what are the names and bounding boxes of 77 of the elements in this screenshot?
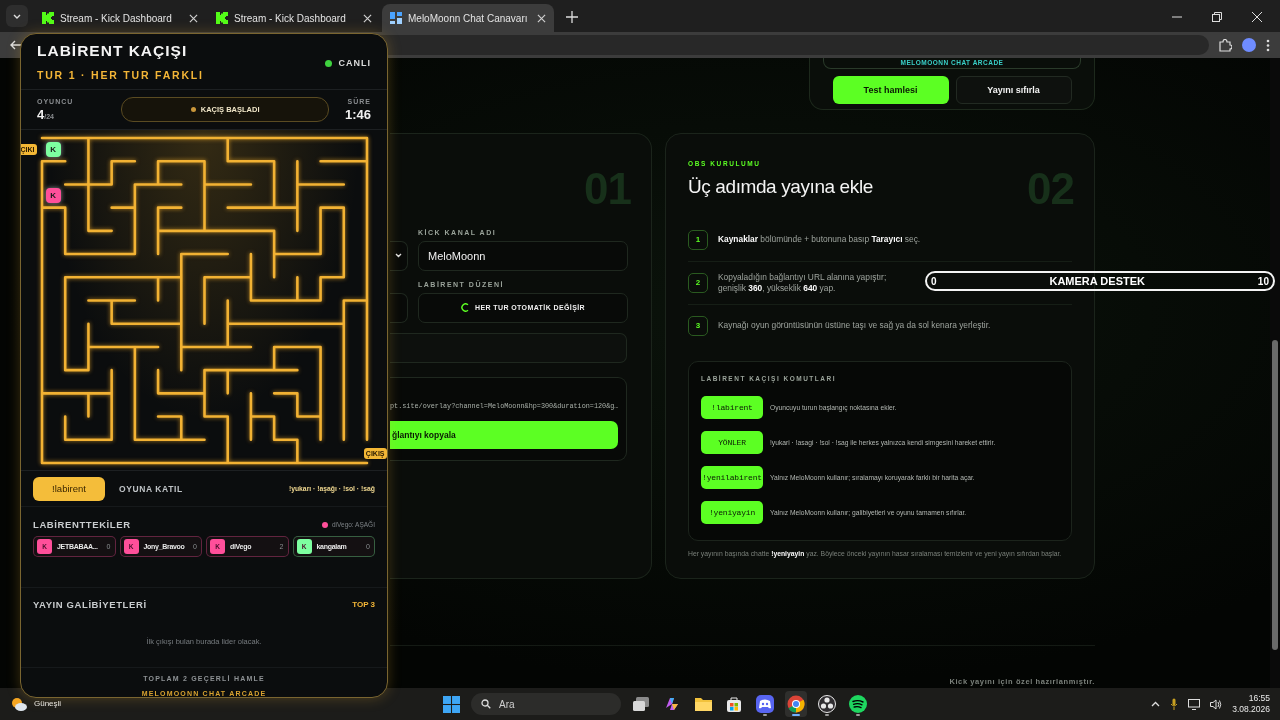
command-chip: !labirent bbox=[701, 395, 763, 419]
scrollbar[interactable] bbox=[1270, 58, 1280, 688]
input-field[interactable] bbox=[390, 332, 627, 363]
step-number: 3 bbox=[688, 315, 708, 336]
folder-icon bbox=[694, 697, 712, 711]
bar-max: 10 bbox=[1257, 275, 1269, 287]
back-icon[interactable] bbox=[10, 40, 22, 50]
dropdown[interactable] bbox=[390, 240, 408, 271]
browser-icon bbox=[787, 695, 805, 713]
card-title: Üç adımda yayına ekle bbox=[688, 175, 873, 198]
command-chip: YÖNLER bbox=[701, 430, 763, 454]
step-text: Kaynaklar bölümünde + butonuna basıp Tarayıcı seç. bbox=[718, 234, 921, 246]
player-token: K bbox=[45, 188, 61, 204]
live-label: CANLI bbox=[338, 58, 371, 68]
command-chip[interactable]: !labirent bbox=[33, 476, 105, 501]
channel-input[interactable]: MeloMoonn bbox=[418, 240, 628, 271]
refresh-icon bbox=[460, 303, 469, 313]
monitor-icon[interactable] bbox=[1188, 698, 1201, 710]
chevron-down-icon bbox=[13, 13, 21, 19]
input-field[interactable] bbox=[390, 292, 408, 323]
bar-min: 0 bbox=[931, 275, 937, 287]
clock-date[interactable]: 3.08.2026 bbox=[1232, 704, 1270, 715]
close-icon[interactable] bbox=[189, 13, 198, 23]
player-token: K bbox=[45, 141, 61, 157]
step-text: Kopyaladığın bağlantıyı URL alanına yapıştır; genişlik 360, yükseklik 640 yap. bbox=[718, 271, 888, 294]
close-icon[interactable] bbox=[537, 13, 546, 23]
command-chip: !yenilabirent bbox=[701, 465, 763, 489]
section-title: LABİRENTTEKİLER bbox=[33, 519, 131, 531]
gamepad-icon bbox=[756, 695, 774, 713]
timer: 1:46 bbox=[344, 106, 371, 122]
swirl-icon bbox=[664, 696, 680, 712]
start-icon bbox=[442, 695, 460, 713]
k-logo-icon bbox=[216, 12, 228, 24]
browser-tab[interactable]: Stream - Kick Dashboard bbox=[208, 4, 380, 32]
tab-list-button[interactable] bbox=[6, 5, 28, 27]
chevron-up-icon[interactable] bbox=[1151, 701, 1161, 707]
command-chip: !yeniyayin bbox=[701, 500, 763, 524]
more-menu-icon[interactable] bbox=[1266, 38, 1270, 52]
section-title: YAYIN GALİBİYETLERİ bbox=[33, 599, 147, 611]
tab-title: Stream - Kick Dashboard bbox=[234, 12, 347, 24]
new-tab-icon[interactable] bbox=[566, 11, 578, 23]
speaker-icon[interactable] bbox=[1210, 698, 1223, 710]
action-button[interactable]: Yayını sıfırla bbox=[955, 76, 1072, 104]
copy-link-button[interactable]: ğlantıyı kopyala bbox=[390, 420, 618, 449]
sun-cloud-icon[interactable] bbox=[10, 696, 28, 712]
step-text: Kaynağı oyun görüntüsünün üstüne taşı ve sağ ya da sol kenara yerleştir. bbox=[718, 320, 991, 332]
shopping-bag-icon bbox=[726, 696, 742, 712]
sound-waves-icon bbox=[849, 695, 867, 713]
game-title: LABİRENT KAÇIŞI bbox=[37, 42, 189, 60]
round-subtitle: TUR 1 · HER TUR FARKLI bbox=[37, 69, 204, 81]
profile-avatar[interactable] bbox=[1242, 38, 1256, 52]
tab-title: Stream - Kick Dashboard bbox=[60, 12, 173, 24]
grid-app-icon bbox=[390, 12, 402, 24]
step-number: 1 bbox=[688, 229, 708, 250]
weather-condition: Güneşli bbox=[34, 699, 62, 709]
browser-tab[interactable]: Stream - Kick Dashboard bbox=[34, 4, 206, 32]
close-icon[interactable] bbox=[1252, 12, 1262, 22]
chevron-down-icon bbox=[395, 253, 402, 259]
top-label: TOP 3 bbox=[352, 600, 375, 610]
microphone-icon[interactable] bbox=[1170, 698, 1179, 710]
restore-icon[interactable] bbox=[1212, 12, 1222, 22]
stacked-windows-icon bbox=[633, 697, 649, 711]
step-number: 2 bbox=[688, 272, 708, 293]
search-icon bbox=[481, 699, 491, 709]
action-button[interactable]: Test hamlesi bbox=[832, 76, 949, 104]
k-logo-icon bbox=[42, 12, 54, 24]
search-field[interactable]: Ara bbox=[471, 693, 621, 715]
close-icon[interactable] bbox=[363, 13, 372, 23]
browser-tab[interactable]: MeloMoonn Chat Canavarı bbox=[382, 4, 554, 32]
clock-time[interactable]: 16:55 bbox=[1248, 693, 1270, 704]
join-label: OYUNA KATIL bbox=[119, 483, 183, 494]
live-dot-icon bbox=[324, 59, 332, 67]
tab-title: MeloMoonn Chat Canavarı bbox=[408, 12, 529, 24]
aperture-icon bbox=[818, 695, 836, 713]
taskbar-app[interactable] bbox=[785, 691, 807, 717]
puzzle-icon[interactable] bbox=[1219, 38, 1232, 52]
bar-label: KAMERA DESTEK bbox=[1049, 275, 1145, 287]
